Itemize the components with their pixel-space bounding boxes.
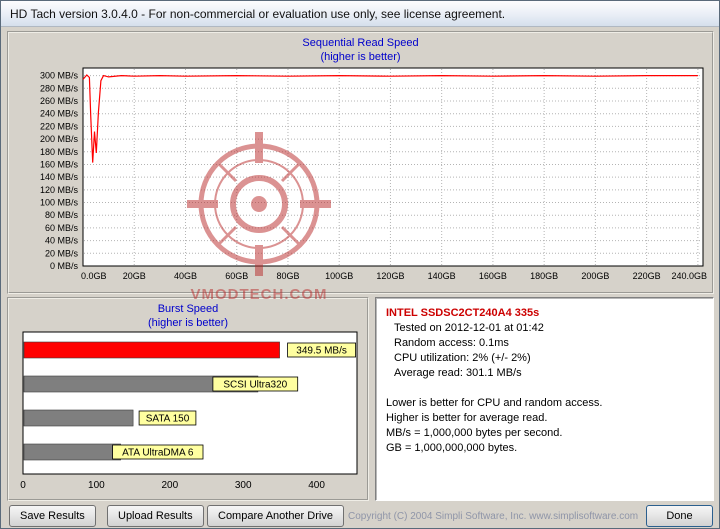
- x-tick-label: 120GB: [376, 271, 404, 281]
- drive-info-lines: Tested on 2012-12-01 at 01:42 Random acce…: [386, 321, 703, 456]
- y-tick-label: 100 MB/s: [40, 198, 79, 208]
- y-tick-label: 140 MB/s: [40, 172, 79, 182]
- save-results-button[interactable]: Save Results: [9, 505, 96, 527]
- info-line: CPU utilization: 2% (+/- 2%): [394, 352, 531, 364]
- burst-bar-2: [23, 409, 134, 427]
- x-tick-label: 220GB: [633, 271, 661, 281]
- x-tick-label: 20GB: [123, 271, 146, 281]
- compare-another-drive-button[interactable]: Compare Another Drive: [207, 505, 344, 527]
- y-tick-label: 160 MB/s: [40, 159, 79, 169]
- seq-plot-area: [82, 67, 704, 267]
- y-tick-label: 220 MB/s: [40, 121, 79, 131]
- sequential-read-panel: Sequential Read Speed (higher is better)…: [7, 31, 714, 294]
- y-tick-label: 60 MB/s: [45, 223, 79, 233]
- burst-speed-chart: 349.5 MB/s SCSI Ultra320 SATA 150 ATA Ultra…: [20, 331, 358, 491]
- x-tick-label: 180GB: [530, 271, 558, 281]
- bar-label: SCSI Ultra320: [223, 380, 287, 391]
- y-tick-label: 280 MB/s: [40, 83, 79, 93]
- title-bar[interactable]: HD Tach version 3.0.4.0 - For non-commer…: [1, 1, 719, 27]
- burst-x-tick-label: 0: [20, 480, 26, 491]
- x-tick-label: 200GB: [581, 271, 609, 281]
- y-tick-label: 120 MB/s: [40, 185, 79, 195]
- y-tick-label: 40 MB/s: [45, 236, 79, 246]
- sequential-read-chart: 300 MB/s 280 MB/s 260 MB/s 240 MB/s 220 MB/s…: [40, 67, 707, 281]
- burst-bar-3: [23, 443, 121, 461]
- x-tick-label: 80GB: [276, 271, 299, 281]
- drive-name: INTEL SSDSC2CT240A4 335s: [386, 307, 540, 319]
- info-line: GB = 1,000,000,000 bytes.: [386, 442, 518, 454]
- burst-x-tick-label: 100: [88, 480, 105, 491]
- info-line: Higher is better for average read.: [386, 412, 548, 424]
- burst-bar-0: [23, 341, 280, 359]
- burst-chart-subtitle: (higher is better): [147, 317, 229, 329]
- x-tick-label: 0.0GB: [81, 271, 107, 281]
- hdtach-window: { "window": { "title": "HD Tach version …: [0, 0, 720, 529]
- y-tick-label: 260 MB/s: [40, 96, 79, 106]
- burst-chart-title: Burst Speed: [157, 303, 219, 315]
- drive-info-panel: INTEL SSDSC2CT240A4 335s Tested on 2012-…: [375, 297, 714, 501]
- bar-label: ATA UltraDMA 6: [122, 448, 194, 459]
- burst-speed-panel: Burst Speed (higher is better) 349.5 MB/…: [7, 297, 369, 501]
- y-tick-label: 200 MB/s: [40, 134, 79, 144]
- info-line: Lower is better for CPU and random acces…: [386, 397, 603, 409]
- copyright-text: Copyright (C) 2004 Simpli Software, Inc.…: [348, 511, 639, 522]
- info-line: MB/s = 1,000,000 bytes per second.: [386, 427, 563, 439]
- bar-label: 349.5 MB/s: [296, 346, 347, 357]
- y-tick-label: 300 MB/s: [40, 71, 79, 81]
- info-line: Tested on 2012-12-01 at 01:42: [394, 322, 544, 334]
- burst-x-tick-label: 300: [235, 480, 252, 491]
- window-title: HD Tach version 3.0.4.0 - For non-commer…: [10, 6, 506, 21]
- done-button[interactable]: Done: [646, 505, 713, 527]
- y-tick-label: 240 MB/s: [40, 109, 79, 119]
- x-tick-label: 100GB: [325, 271, 353, 281]
- x-tick-label: 60GB: [225, 271, 248, 281]
- burst-x-tick-label: 200: [161, 480, 178, 491]
- info-line: Average read: 301.1 MB/s: [394, 367, 522, 379]
- sequential-chart-title: Sequential Read Speed: [302, 37, 419, 49]
- y-tick-label: 180 MB/s: [40, 147, 79, 157]
- sequential-chart-subtitle: (higher is better): [320, 51, 401, 63]
- y-tick-label: 80 MB/s: [45, 210, 79, 220]
- x-tick-label: 140GB: [428, 271, 456, 281]
- y-tick-label: 0 MB/s: [50, 261, 79, 271]
- burst-x-tick-label: 400: [308, 480, 325, 491]
- x-tick-label: 160GB: [479, 271, 507, 281]
- upload-results-button[interactable]: Upload Results: [107, 505, 204, 527]
- bar-label: SATA 150: [146, 414, 190, 425]
- x-tick-label: 240.0GB: [671, 271, 707, 281]
- y-tick-label: 20 MB/s: [45, 248, 79, 258]
- info-line: Random access: 0.1ms: [394, 337, 509, 349]
- x-tick-label: 40GB: [174, 271, 197, 281]
